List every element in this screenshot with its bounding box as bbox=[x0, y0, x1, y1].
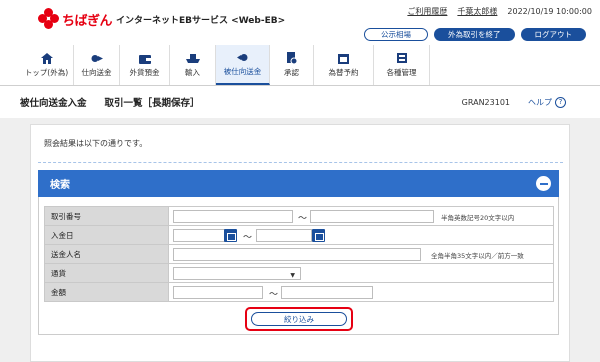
help-icon: ? bbox=[555, 96, 566, 108]
remitter-name-hint: 全角半角35文字以内／前方一致 bbox=[431, 252, 524, 260]
nav-outward-remittance[interactable]: 仕向送金 bbox=[74, 45, 120, 85]
amount-label: 金額 bbox=[44, 282, 169, 302]
page-title: 被仕向送金入金 bbox=[20, 98, 87, 109]
service-name: インターネットEBサービス <Web-EB> bbox=[116, 15, 286, 26]
search-form: 取引番号 ～ 半角英数記号20文字以内 入金日 ～ 送金人名 全角半角35文字以… bbox=[44, 206, 554, 302]
currency-select[interactable]: ▼ bbox=[173, 267, 301, 280]
bank-logo: ちばぎん インターネットEBサービス <Web-EB> bbox=[38, 8, 285, 30]
calendar-icon[interactable] bbox=[312, 229, 325, 242]
calendar-icon[interactable] bbox=[224, 229, 237, 242]
deposit-date-from-input[interactable] bbox=[173, 229, 225, 242]
login-datetime: 2022/10/19 10:00:00 bbox=[507, 7, 592, 16]
nav-import[interactable]: 輸入 bbox=[170, 45, 216, 85]
range-tilde: ～ bbox=[269, 290, 279, 300]
usage-history-link[interactable]: ご利用履歴 bbox=[407, 6, 447, 17]
transaction-number-from-input[interactable] bbox=[173, 210, 293, 223]
home-icon bbox=[40, 52, 54, 64]
info-message: 照会結果は以下の通りです。 bbox=[44, 139, 148, 148]
nav-foreign-deposit[interactable]: 外貨預金 bbox=[120, 45, 170, 85]
nav-label: 被仕向送金 bbox=[223, 67, 262, 76]
transaction-number-hint: 半角英数記号20文字以内 bbox=[441, 214, 515, 222]
nav-label: トップ(外為) bbox=[24, 68, 69, 77]
form-row-transaction-number: 取引番号 ～ 半角英数記号20文字以内 bbox=[44, 206, 554, 226]
amount-to-input[interactable] bbox=[281, 286, 373, 299]
main-nav: トップ(外為) 仕向送金 外貨預金 輸入 被仕向送金 承認 為替予約 各種管理 bbox=[20, 45, 430, 85]
nav-label: 輸入 bbox=[185, 68, 200, 77]
range-tilde: ～ bbox=[298, 214, 308, 224]
public-quotes-button[interactable]: 公示相場 bbox=[364, 28, 428, 41]
page-subtitle: 取引一覧［長期保存］ bbox=[104, 98, 200, 109]
end-fx-button[interactable]: 外為取引を終了 bbox=[434, 28, 515, 41]
page-title-bar: 被仕向送金入金 取引一覧［長期保存］ GRAN23101 ヘルプ ? bbox=[20, 92, 580, 112]
import-icon bbox=[185, 52, 200, 64]
form-row-deposit-date: 入金日 ～ bbox=[44, 225, 554, 245]
currency-label: 通貨 bbox=[44, 263, 169, 283]
remitter-name-label: 送金人名 bbox=[44, 244, 169, 264]
nav-label: 為替予約 bbox=[328, 68, 359, 77]
search-section-header[interactable]: 検索 bbox=[38, 170, 559, 197]
fx-reserve-icon bbox=[337, 52, 351, 64]
nav-management[interactable]: 各種管理 bbox=[374, 45, 430, 85]
nav-label: 仕向送金 bbox=[81, 68, 112, 77]
form-row-remitter-name: 送金人名 全角半角35文字以内／前方一致 bbox=[44, 244, 554, 264]
logo-mark-icon bbox=[38, 8, 60, 30]
transaction-number-to-input[interactable] bbox=[310, 210, 434, 223]
dropdown-arrow-icon: ▼ bbox=[290, 272, 295, 279]
settings-icon bbox=[395, 52, 409, 64]
form-row-currency: 通貨 ▼ bbox=[44, 263, 554, 283]
transaction-number-label: 取引番号 bbox=[44, 206, 169, 226]
nav-inward-remittance[interactable]: 被仕向送金 bbox=[216, 45, 270, 85]
nav-label: 各種管理 bbox=[386, 68, 417, 77]
help-link[interactable]: ヘルプ ? bbox=[528, 96, 566, 108]
form-row-amount: 金額 ～ bbox=[44, 282, 554, 302]
receive-icon bbox=[236, 51, 250, 63]
screen-id: GRAN23101 bbox=[461, 97, 510, 107]
nav-fx-reservation[interactable]: 為替予約 bbox=[314, 45, 374, 85]
range-tilde: ～ bbox=[243, 233, 253, 243]
nav-approval[interactable]: 承認 bbox=[270, 45, 314, 85]
nav-label: 外貨預金 bbox=[129, 68, 160, 77]
header-user-info: ご利用履歴 千葉太郎様 2022/10/19 10:00:00 bbox=[407, 6, 592, 17]
logout-button[interactable]: ログアウト bbox=[520, 28, 586, 41]
filter-button[interactable]: 絞り込み bbox=[251, 312, 347, 326]
wallet-icon bbox=[138, 52, 152, 64]
help-label: ヘルプ bbox=[528, 97, 552, 107]
deposit-date-to-input[interactable] bbox=[256, 229, 312, 242]
header-buttons: 公示相場 外為取引を終了 ログアウト bbox=[364, 28, 586, 41]
remitter-name-input[interactable] bbox=[173, 248, 421, 261]
collapse-icon[interactable] bbox=[536, 176, 551, 191]
nav-divider bbox=[0, 85, 600, 86]
nav-label: 承認 bbox=[284, 68, 299, 77]
brand-name: ちばぎん bbox=[62, 13, 113, 29]
nav-top-fx[interactable]: トップ(外為) bbox=[20, 45, 74, 85]
send-icon bbox=[90, 52, 104, 64]
search-title: 検索 bbox=[50, 180, 70, 191]
user-name-link[interactable]: 千葉太郎様 bbox=[457, 6, 497, 17]
submit-highlight: 絞り込み bbox=[245, 307, 353, 331]
amount-from-input[interactable] bbox=[173, 286, 263, 299]
dashed-divider bbox=[38, 162, 563, 163]
approve-icon bbox=[285, 52, 299, 64]
deposit-date-label: 入金日 bbox=[44, 225, 169, 245]
